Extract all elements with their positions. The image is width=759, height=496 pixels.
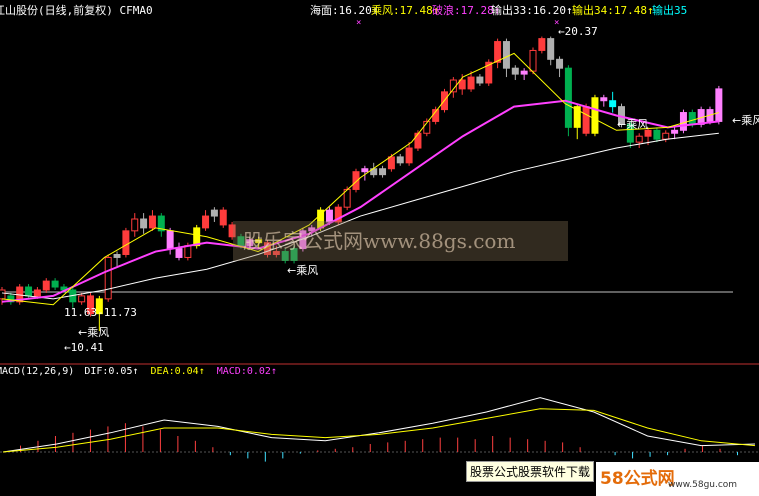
candle-body [600,97,608,102]
candle-body [679,112,687,131]
macd-name: MACD(12,26,9) [0,366,75,377]
indicator-item-1: 乘风:17.48↑ [371,4,440,17]
candle-body [494,41,502,63]
candle-body [458,79,466,90]
candle-body [396,156,404,164]
candle-body [644,129,652,137]
candle-body [113,253,121,258]
candle-body [511,67,519,75]
stock-name: 江山股份(日线,前复权) [0,4,113,17]
candle-body [688,112,696,125]
candle-body [405,147,413,164]
candle-body [166,230,174,250]
candle-body [219,209,227,226]
chengfeng-label-1: ←乘风 [78,326,109,339]
candle-body [78,295,86,303]
logo-site: www.58gu.com [668,480,738,490]
candle-body [0,289,6,300]
high-price-label: ←20.37 [558,25,598,38]
candle-body [653,129,661,140]
watermark: 股乐家公式网www.88gs.com [233,221,568,261]
candle-body [361,168,369,173]
chengfeng-label-2: ←乘风 [287,264,318,277]
macd-dea: DEA:0.04↑ [150,366,205,377]
candle-body [538,38,546,51]
candle-body [122,230,130,255]
candle-body [476,76,484,84]
chart-title: 江山股份(日线,前复权) CFMA0 [0,2,153,18]
candle-body [556,58,564,69]
macd-header: MACD(12,26,9) DIF:0.05↑ DEA:0.04↑ MACD:0… [0,366,277,377]
candle-body [202,215,210,229]
site-logo[interactable]: 58公式网 www.58gu.com [596,462,759,496]
candle-body [414,132,422,149]
candle-body [175,248,183,258]
candle-body [635,135,643,143]
candle-body [51,280,59,288]
candle-body [104,256,112,300]
candle-body [210,209,218,217]
candle-body [662,132,670,140]
chengfeng-label-3: ←乘风 [617,118,648,131]
footer-link[interactable]: 股票公式股票软件下载 [466,461,595,482]
macd-value: MACD:0.02↑ [216,366,277,377]
candle-body [564,67,572,128]
candle-body [715,88,723,122]
candle-body [591,97,599,134]
low-price-label: ←10.41 [64,341,104,354]
indicator-item-0: 海面:16.20↑ [310,4,379,17]
candle-body [582,106,590,134]
candle-body [671,129,679,134]
chengfeng-label-4: ←乘风 [732,114,759,127]
cross-marker-1: × [356,18,361,28]
indicator-item-5: 输出35 [652,4,688,17]
candle-body [502,41,510,69]
range-label: 11.63-11.73 [64,306,137,319]
candle-body [140,218,148,229]
candle-body [42,280,50,291]
candle-body [25,286,33,297]
cross-marker-2: × [554,18,559,28]
candle-body [33,289,41,297]
candle-body [467,76,475,90]
candle-body [529,49,537,72]
indicator-item-3: 输出33:16.20↑ [491,4,573,17]
candle-body [520,70,528,75]
candle-body [352,171,360,190]
candle-body [547,38,555,60]
logo-brand: 58公式网 [600,469,675,489]
candle-body [131,218,139,232]
indicator-item-4: 输出34:17.48↑ [572,4,654,17]
candle-body [184,245,192,258]
candle-body [387,156,395,170]
candle-body [379,168,387,176]
macd-dif: DIF:0.05↑ [84,366,139,377]
candle-body [609,100,617,108]
indicator-name: CFMA0 [119,4,153,17]
candle-body [193,227,201,247]
candle-body [148,215,156,229]
